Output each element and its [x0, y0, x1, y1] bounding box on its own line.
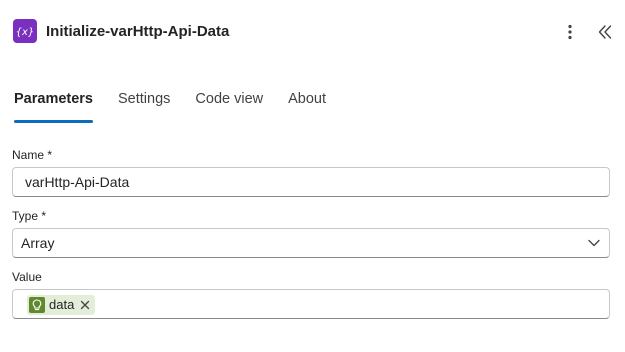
tab-parameters[interactable]: Parameters [14, 88, 93, 124]
tab-about[interactable]: About [288, 88, 326, 124]
action-title[interactable]: Initialize-varHttp-Api-Data [46, 22, 229, 42]
variable-icon: {x} [13, 19, 37, 43]
token-label: data [49, 297, 75, 312]
variable-glyph: {x} [16, 27, 35, 38]
type-label-text: Type [12, 209, 39, 223]
required-marker: * [41, 209, 47, 223]
type-field-label: Type * [12, 208, 46, 224]
dynamic-content-token[interactable]: data [27, 295, 96, 315]
tab-settings[interactable]: Settings [118, 88, 170, 124]
type-dropdown[interactable]: Array [12, 228, 610, 258]
double-chevron-left-icon [598, 25, 612, 39]
collapse-panel-button[interactable] [593, 20, 617, 44]
value-input[interactable]: data [12, 289, 610, 319]
remove-token-icon[interactable] [80, 300, 90, 310]
name-field-label: Name * [12, 147, 52, 163]
value-label-text: Value [12, 270, 42, 284]
chevron-down-icon [588, 239, 600, 247]
more-vertical-icon [568, 24, 572, 40]
more-options-button[interactable] [558, 20, 582, 44]
value-field-label: Value [12, 269, 42, 285]
name-input[interactable]: varHttp-Api-Data [12, 167, 610, 197]
name-label-text: Name [12, 148, 45, 162]
type-selected-value: Array [21, 235, 55, 251]
action-header: {x} Initialize-varHttp-Api-Data [0, 0, 625, 64]
required-marker: * [47, 148, 53, 162]
tab-code-view[interactable]: Code view [195, 88, 263, 124]
expression-bulb-icon [29, 297, 45, 313]
tab-list: Parameters Settings Code view About [14, 88, 351, 124]
